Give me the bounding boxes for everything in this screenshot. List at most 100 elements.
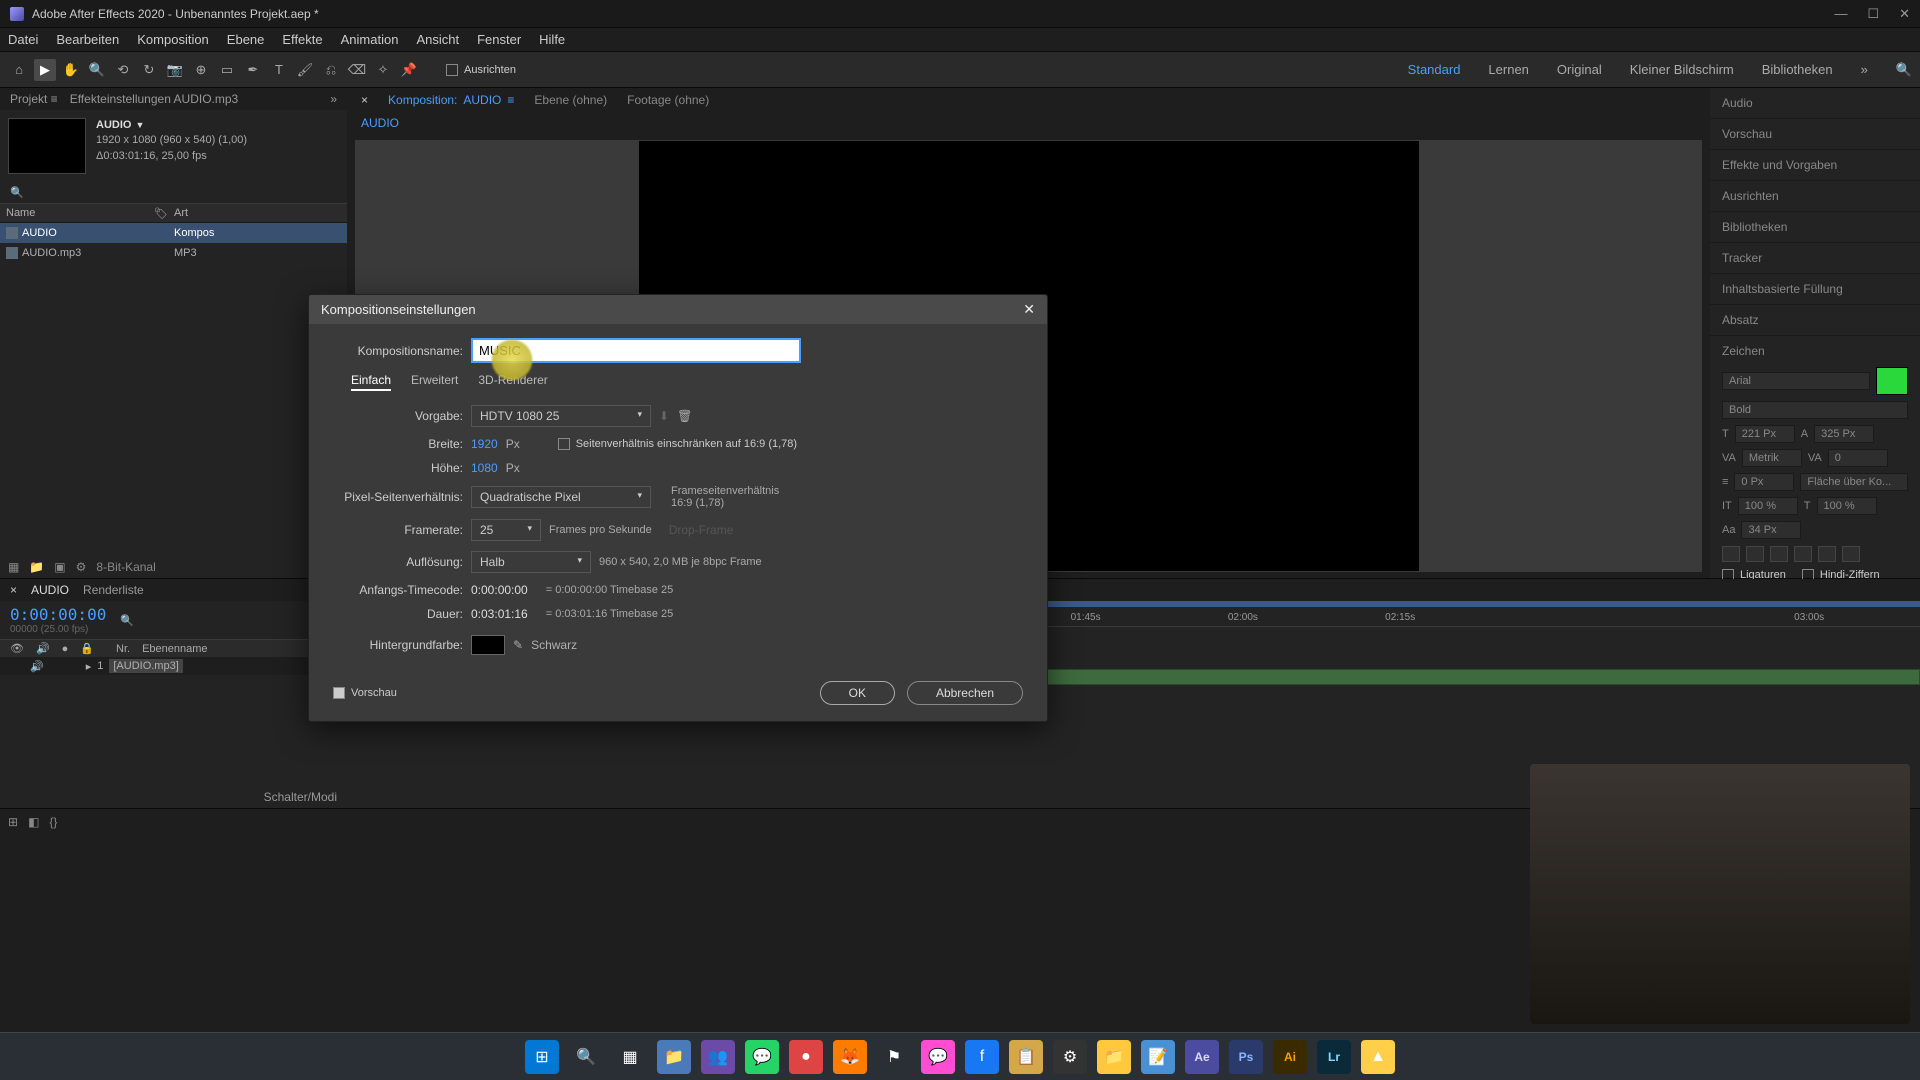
- effect-controls-tab[interactable]: Effekteinstellungen AUDIO.mp3: [70, 92, 239, 106]
- maximize-icon[interactable]: ☐: [1867, 6, 1879, 22]
- help-search[interactable]: 🔍: [1896, 62, 1912, 78]
- width-field[interactable]: 1920: [471, 437, 498, 451]
- timeline-tab-close-icon[interactable]: ×: [10, 583, 17, 597]
- app-icon-gold[interactable]: 📋: [1009, 1040, 1043, 1074]
- composition-thumbnail[interactable]: [8, 118, 86, 174]
- facebook-icon[interactable]: f: [965, 1040, 999, 1074]
- file-explorer-icon[interactable]: 📁: [1097, 1040, 1131, 1074]
- workspace-standard[interactable]: Standard: [1408, 62, 1461, 78]
- leading-field[interactable]: 325 Px: [1814, 425, 1874, 443]
- dialog-close-icon[interactable]: ✕: [1023, 301, 1035, 318]
- delete-preset-icon[interactable]: 🗑: [677, 409, 692, 423]
- illustrator-icon[interactable]: Ai: [1273, 1040, 1307, 1074]
- menu-window[interactable]: Fenster: [477, 32, 521, 47]
- status-icon-3[interactable]: {}: [49, 815, 57, 829]
- menu-animation[interactable]: Animation: [341, 32, 399, 47]
- firefox-icon[interactable]: 🦊: [833, 1040, 867, 1074]
- panel-preview[interactable]: Vorschau: [1710, 119, 1920, 150]
- menu-file[interactable]: Datei: [8, 32, 38, 47]
- column-type[interactable]: Art: [174, 207, 188, 219]
- bg-color-swatch[interactable]: [471, 635, 505, 655]
- timeline-search-icon[interactable]: 🔍: [120, 614, 134, 627]
- type-tool-icon[interactable]: T: [268, 59, 290, 81]
- minimize-icon[interactable]: —: [1834, 6, 1847, 22]
- app-icon-red[interactable]: ●: [789, 1040, 823, 1074]
- project-tab[interactable]: Projekt ≡: [10, 92, 58, 106]
- menu-effects[interactable]: Effekte: [282, 32, 322, 47]
- search-icon[interactable]: 🔍: [10, 186, 24, 199]
- eye-toggle-icon[interactable]: 👁: [10, 642, 24, 655]
- home-icon[interactable]: ⌂: [8, 59, 30, 81]
- project-row-audio-mp3[interactable]: AUDIO.mp3 MP3: [0, 243, 347, 263]
- font-family-select[interactable]: Arial: [1722, 372, 1870, 390]
- orbit-tool-icon[interactable]: ⟲: [112, 59, 134, 81]
- whatsapp-icon[interactable]: 💬: [745, 1040, 779, 1074]
- preview-checkbox[interactable]: ✓: [333, 687, 345, 699]
- cancel-button[interactable]: Abbrechen: [907, 681, 1023, 705]
- duration-field[interactable]: 0:03:01:16: [471, 607, 528, 621]
- puppet-tool-icon[interactable]: 📌: [398, 59, 420, 81]
- eraser-tool-icon[interactable]: ⌫: [346, 59, 368, 81]
- workspace-learn[interactable]: Lernen: [1488, 62, 1528, 78]
- project-depth[interactable]: 8-Bit-Kanal: [96, 560, 155, 574]
- panel-tracker[interactable]: Tracker: [1710, 243, 1920, 274]
- chevron-down-icon[interactable]: ▼: [135, 119, 144, 132]
- zoom-tool-icon[interactable]: 🔍: [86, 59, 108, 81]
- preset-select[interactable]: HDTV 1080 25▾: [471, 405, 651, 427]
- workspace-more-icon[interactable]: »: [1861, 62, 1868, 78]
- eyedropper-icon[interactable]: ✎: [513, 638, 523, 652]
- lock-toggle-icon[interactable]: 🔒: [80, 642, 94, 655]
- panel-audio[interactable]: Audio: [1710, 88, 1920, 119]
- photoshop-icon[interactable]: Ps: [1229, 1040, 1263, 1074]
- menu-view[interactable]: Ansicht: [416, 32, 459, 47]
- font-size-field[interactable]: 221 Px: [1735, 425, 1795, 443]
- footage-tab[interactable]: Footage (ohne): [627, 93, 709, 107]
- current-timecode[interactable]: 0:00:00:00: [10, 605, 106, 624]
- new-comp-icon[interactable]: ▣: [54, 560, 65, 574]
- selection-tool-icon[interactable]: ▶: [34, 59, 56, 81]
- roto-tool-icon[interactable]: ✧: [372, 59, 394, 81]
- superscript-icon[interactable]: [1818, 546, 1836, 562]
- smallcaps-icon[interactable]: [1794, 546, 1812, 562]
- taskview-icon[interactable]: ▦: [613, 1040, 647, 1074]
- explorer-icon[interactable]: 📁: [657, 1040, 691, 1074]
- menu-help[interactable]: Hilfe: [539, 32, 565, 47]
- workspace-original[interactable]: Original: [1557, 62, 1602, 78]
- resolution-select[interactable]: Halb▾: [471, 551, 591, 573]
- start-icon[interactable]: ⊞: [525, 1040, 559, 1074]
- switches-label[interactable]: Schalter/Modi: [264, 790, 337, 804]
- pan-behind-icon[interactable]: ⊕: [190, 59, 212, 81]
- comp-tab-close-icon[interactable]: ×: [361, 93, 368, 107]
- faux-bold-icon[interactable]: [1722, 546, 1740, 562]
- layer-expand-icon[interactable]: ▸: [86, 660, 92, 673]
- tab-3d-renderer[interactable]: 3D-Renderer: [478, 373, 547, 391]
- lock-aspect-checkbox[interactable]: [558, 438, 570, 450]
- hscale-field[interactable]: 100 %: [1817, 497, 1877, 515]
- vscale-field[interactable]: 100 %: [1738, 497, 1798, 515]
- rotate-tool-icon[interactable]: ↻: [138, 59, 160, 81]
- project-row-audio-comp[interactable]: AUDIO Kompos: [0, 223, 347, 243]
- comp-tab-name[interactable]: AUDIO: [463, 93, 501, 107]
- panel-more-icon[interactable]: »: [330, 92, 337, 106]
- notepad-icon[interactable]: 📝: [1141, 1040, 1175, 1074]
- stroke-field[interactable]: 0 Px: [1734, 473, 1794, 491]
- obs-icon[interactable]: ⚙: [1053, 1040, 1087, 1074]
- messenger-icon[interactable]: 💬: [921, 1040, 955, 1074]
- new-folder-icon[interactable]: 📁: [29, 560, 44, 574]
- hand-tool-icon[interactable]: ✋: [60, 59, 82, 81]
- panel-paragraph[interactable]: Absatz: [1710, 305, 1920, 336]
- ok-button[interactable]: OK: [820, 681, 895, 705]
- adjust-icon[interactable]: ⚙: [76, 560, 87, 574]
- interpret-icon[interactable]: ▦: [8, 560, 19, 574]
- tab-basic[interactable]: Einfach: [351, 373, 391, 391]
- pen-tool-icon[interactable]: ✒: [242, 59, 264, 81]
- kerning-field[interactable]: Metrik: [1742, 449, 1802, 467]
- composition-breadcrumb[interactable]: AUDIO: [347, 112, 1710, 134]
- faux-italic-icon[interactable]: [1746, 546, 1764, 562]
- audio-toggle-icon[interactable]: 🔊: [36, 642, 50, 655]
- layer-tab[interactable]: Ebene (ohne): [534, 93, 607, 107]
- tab-advanced[interactable]: Erweitert: [411, 373, 458, 391]
- text-fill-color[interactable]: [1876, 367, 1908, 395]
- tracking-field[interactable]: 0: [1828, 449, 1888, 467]
- subscript-icon[interactable]: [1842, 546, 1860, 562]
